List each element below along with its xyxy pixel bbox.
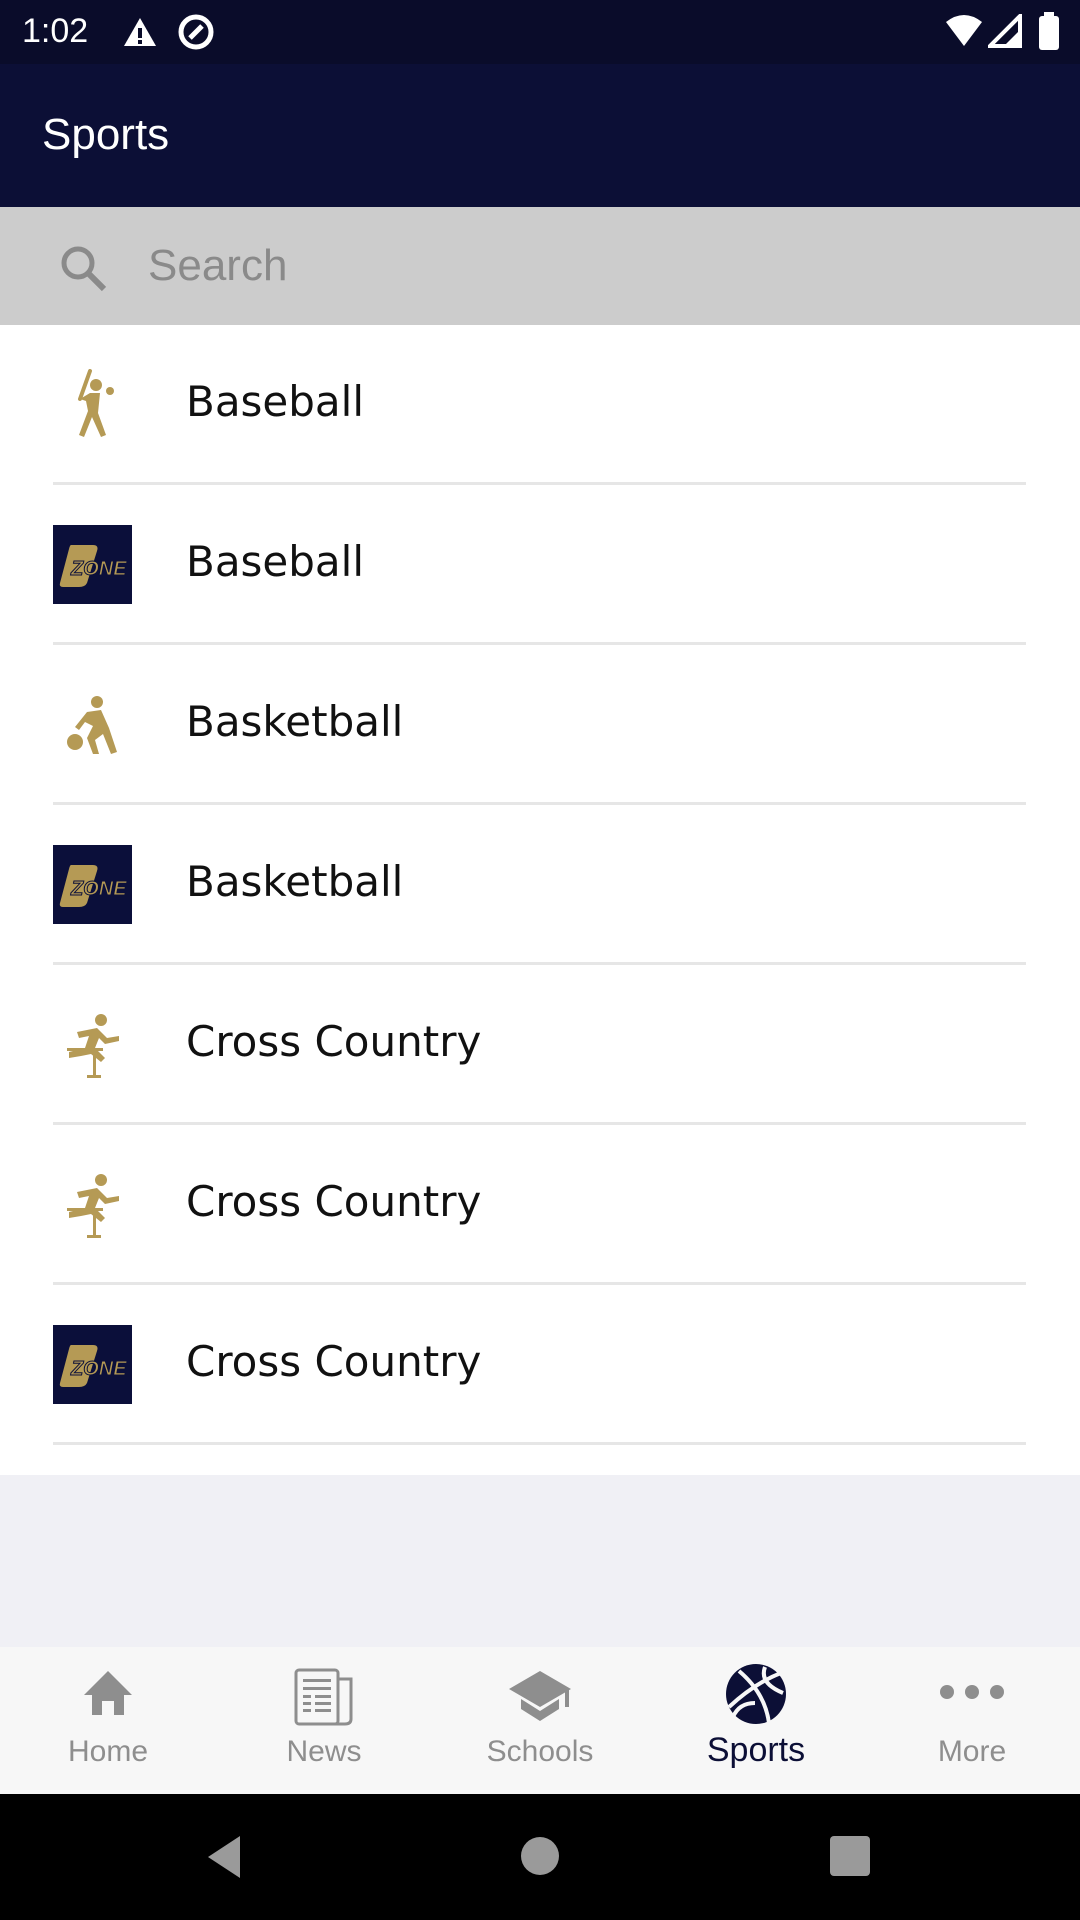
list-item-label: Baseball <box>186 377 365 426</box>
wifi-icon <box>946 15 982 46</box>
list-item-label: Basketball <box>186 857 404 906</box>
at-sign-icon <box>178 14 214 50</box>
newspaper-icon <box>294 1668 353 1726</box>
basketball-icon <box>726 1664 786 1724</box>
list-item-label: Cross Country <box>186 1017 482 1066</box>
basketball-player-icon <box>53 685 132 764</box>
list-item[interactable]: ZONE Baseball <box>0 485 1080 645</box>
tab-label: Schools <box>486 1735 594 1768</box>
bottom-nav: Home News Schools Sports More <box>0 1647 1080 1794</box>
tab-label: Home <box>67 1735 149 1768</box>
runner-hurdle-icon <box>53 1005 132 1084</box>
tab-schools[interactable]: Schools <box>432 1647 648 1794</box>
status-time: 1:02 <box>22 12 89 50</box>
system-nav-bar <box>0 1794 1080 1920</box>
svg-text:ZONE: ZONE <box>70 1358 127 1380</box>
recents-icon[interactable] <box>830 1836 870 1876</box>
home-circle-icon[interactable] <box>520 1836 560 1876</box>
list-item[interactable]: ZONE Basketball <box>0 805 1080 965</box>
list-item[interactable]: ZONE Cross Country <box>0 1285 1080 1445</box>
list-item-label: Cross Country <box>186 1177 482 1226</box>
tab-sports[interactable]: Sports <box>648 1647 864 1794</box>
svg-text:ZONE: ZONE <box>70 878 127 900</box>
search-bar <box>0 207 1080 325</box>
list-item-label: Baseball <box>186 537 365 586</box>
tab-label: More <box>937 1735 1007 1768</box>
status-bar: 1:02 <box>0 0 1080 64</box>
search-icon <box>61 246 107 292</box>
divider <box>53 1442 1026 1445</box>
zone-logo: ZONE <box>53 1325 132 1404</box>
sports-list: Baseball ZONE Baseball Basketball ZONE B… <box>0 325 1080 1475</box>
page-title: Sports <box>42 110 170 159</box>
more-dots-icon <box>940 1685 1004 1699</box>
signal-icon <box>988 14 1022 48</box>
zone-logo: ZONE <box>53 525 132 604</box>
list-item[interactable]: Baseball <box>0 325 1080 485</box>
battery-icon <box>1039 12 1059 50</box>
list-item[interactable]: Cross Country <box>0 965 1080 1125</box>
tab-more[interactable]: More <box>864 1647 1080 1794</box>
tab-news[interactable]: News <box>216 1647 432 1794</box>
search-input[interactable] <box>148 229 1028 303</box>
runner-hurdle-icon <box>53 1165 132 1244</box>
tab-label: News <box>286 1735 362 1768</box>
list-item-label: Basketball <box>186 697 404 746</box>
home-icon <box>84 1671 132 1715</box>
zone-logo: ZONE <box>53 845 132 924</box>
graduation-cap-icon <box>509 1671 571 1721</box>
tab-home[interactable]: Home <box>0 1647 216 1794</box>
back-icon[interactable] <box>204 1834 244 1880</box>
list-item[interactable]: Cross Country <box>0 1125 1080 1285</box>
list-item[interactable]: Basketball <box>0 645 1080 805</box>
app-bar: Sports <box>0 64 1080 207</box>
warning-icon <box>124 18 156 46</box>
svg-text:ZONE: ZONE <box>70 558 127 580</box>
list-item-label: Cross Country <box>186 1337 482 1386</box>
tab-label: Sports <box>706 1731 806 1769</box>
baseball-player-icon <box>53 365 132 444</box>
